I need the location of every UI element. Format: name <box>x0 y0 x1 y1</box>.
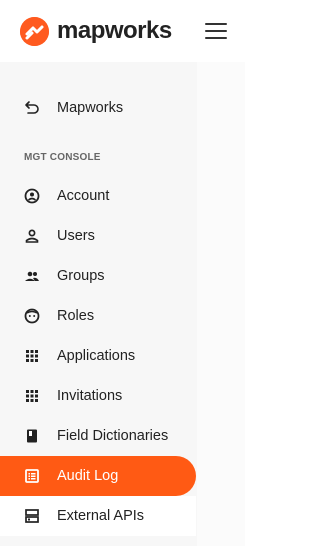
person-icon <box>24 228 40 244</box>
sidebar-item-audit-log[interactable]: Audit Log <box>0 456 196 496</box>
sidebar-item-invitations[interactable]: Invitations <box>0 376 196 416</box>
sidebar-item-label: Applications <box>57 348 136 364</box>
mapworks-logo-icon[interactable] <box>20 16 49 46</box>
sidebar-item-groups[interactable]: Groups <box>0 256 196 296</box>
sidebar-item-label: Mapworks <box>57 100 124 116</box>
account-circle-icon <box>24 188 40 204</box>
back-arrow-icon <box>24 100 40 116</box>
sidebar-item-mapworks[interactable]: Mapworks <box>0 88 196 128</box>
book-icon <box>24 428 40 444</box>
sidebar-item-users[interactable]: Users <box>0 216 196 256</box>
hamburger-icon[interactable] <box>205 23 227 39</box>
face-icon <box>24 308 40 324</box>
app-header: mapworks <box>0 0 245 62</box>
sidebar-item-label: Groups <box>57 268 105 284</box>
sidebar-item-account[interactable]: Account <box>0 176 196 216</box>
sidebar: Mapworks MGT CONSOLE Account Users Group… <box>0 62 245 546</box>
sidebar-item-applications[interactable]: Applications <box>0 336 196 376</box>
list-alt-icon <box>24 468 40 484</box>
sidebar-item-label: Users <box>57 228 95 244</box>
sidebar-item-label: External APIs <box>57 508 145 524</box>
brand-name: mapworks <box>57 17 172 44</box>
group-icon <box>24 268 40 284</box>
sidebar-item-label: Account <box>57 188 110 204</box>
sidebar-item-label: Field Dictionaries <box>57 428 169 444</box>
sidebar-item-label: Roles <box>57 308 95 324</box>
apps-grid-icon <box>24 388 40 404</box>
sidebar-item-roles[interactable]: Roles <box>0 296 196 336</box>
sidebar-item-field-dictionaries[interactable]: Field Dictionaries <box>0 416 196 456</box>
section-title: MGT CONSOLE <box>24 152 101 163</box>
sidebar-edge <box>197 62 245 546</box>
apps-grid-icon <box>24 348 40 364</box>
sidebar-item-label: Audit Log <box>57 468 119 484</box>
sidebar-item-external-apis[interactable]: External APIs <box>0 496 196 536</box>
sidebar-item-label: Invitations <box>57 388 123 404</box>
dns-icon <box>24 508 40 524</box>
